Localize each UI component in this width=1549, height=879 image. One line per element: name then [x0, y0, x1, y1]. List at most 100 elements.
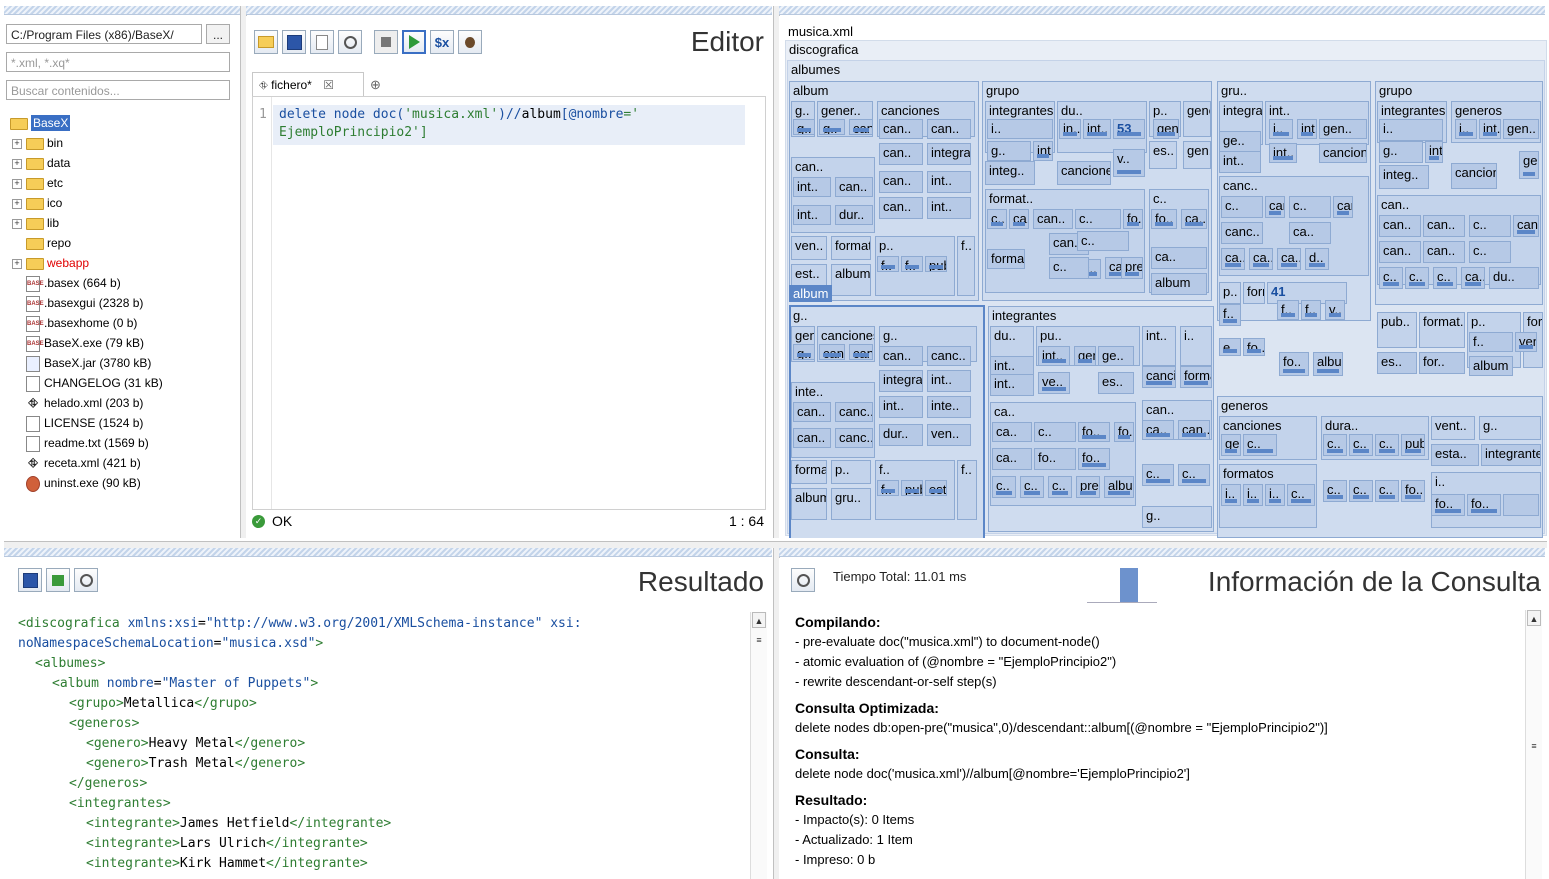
map-node[interactable]: fo..: [1114, 422, 1134, 442]
save-button[interactable]: [282, 30, 306, 54]
save-result-button[interactable]: [18, 568, 42, 592]
scroll-up-icon[interactable]: ▲: [752, 612, 766, 628]
expand-icon[interactable]: +: [12, 259, 22, 269]
debug-button[interactable]: [458, 30, 482, 54]
tree-item[interactable]: BaseX.jar (3780 kB): [26, 353, 151, 373]
tree-item[interactable]: LICENSE (1524 b): [26, 413, 143, 433]
map-node[interactable]: can..: [835, 177, 873, 197]
stop-button[interactable]: [374, 30, 398, 54]
map-node[interactable]: f..: [1469, 332, 1513, 352]
map-node[interactable]: integrantes: [1481, 444, 1541, 466]
tree-item[interactable]: readme.txt (1569 b): [26, 433, 149, 453]
map-node[interactable]: f..: [1219, 304, 1241, 326]
map-node[interactable]: int..: [1479, 119, 1501, 139]
map-node[interactable]: i..: [1455, 119, 1477, 139]
map-node[interactable]: formatos: [1180, 366, 1212, 388]
map-node[interactable]: c..: [1049, 257, 1089, 279]
map-node[interactable]: c..: [1221, 196, 1263, 218]
map-node[interactable]: publ..: [1401, 434, 1425, 456]
map-node[interactable]: c..: [1375, 434, 1399, 456]
map-node[interactable]: c..: [1349, 434, 1373, 456]
map-node[interactable]: formatos: [831, 236, 871, 260]
map-node[interactable]: int..: [1425, 141, 1443, 163]
map-node[interactable]: fo..: [1431, 494, 1465, 516]
map-node[interactable]: c..: [1349, 480, 1373, 502]
map-node[interactable]: es..: [1377, 352, 1417, 374]
find-result-button[interactable]: [74, 568, 98, 592]
find-button[interactable]: [338, 30, 362, 54]
map-node[interactable]: c..: [1323, 434, 1347, 456]
find-info-button[interactable]: [791, 568, 815, 592]
map-node[interactable]: int..: [990, 374, 1034, 396]
open-file-button[interactable]: [254, 30, 278, 54]
map-node[interactable]: can..: [879, 171, 923, 193]
map-node[interactable]: int..: [1142, 326, 1176, 366]
map-node[interactable]: c..: [1379, 267, 1403, 289]
map-node[interactable]: can..: [1423, 215, 1465, 237]
map-node[interactable]: fo..: [1151, 209, 1177, 229]
map-node[interactable]: canc..: [1221, 222, 1263, 244]
map-node[interactable]: i..: [987, 119, 1053, 139]
scroll-up-icon[interactable]: ▲: [1527, 610, 1541, 626]
map-node[interactable]: g..: [1142, 506, 1212, 528]
close-tab-icon[interactable]: ☒: [323, 78, 334, 92]
map-node[interactable]: c..: [1075, 209, 1121, 229]
map-node[interactable]: c..: [1323, 480, 1347, 502]
map-node[interactable]: fo..: [1279, 352, 1309, 376]
map-node[interactable]: c..: [1034, 422, 1076, 442]
map-node[interactable]: c..: [1142, 464, 1174, 486]
map-node[interactable]: d..: [1305, 248, 1329, 270]
tree-item[interactable]: BASE.basex (664 b): [26, 273, 121, 293]
map-node[interactable]: formatos: [1243, 282, 1265, 304]
map-node[interactable]: album: [831, 264, 871, 296]
tree-item[interactable]: repo: [26, 233, 71, 253]
map-node[interactable]: fo..: [1078, 422, 1110, 442]
editor-tab[interactable]: ⛗ fichero* ☒: [252, 72, 364, 97]
code-area[interactable]: 1 delete node doc('musica.xml')//album[@…: [252, 96, 766, 510]
map-node[interactable]: f..: [901, 256, 923, 272]
map-node[interactable]: forma..: [987, 249, 1025, 269]
search-contents-field[interactable]: Buscar contenidos...: [6, 80, 230, 100]
map-node[interactable]: v..: [1113, 149, 1145, 177]
tree-item[interactable]: BASE.basexgui (2328 b): [26, 293, 143, 313]
map-node[interactable]: ve..: [1038, 372, 1070, 394]
map-node[interactable]: canc..: [1265, 196, 1285, 218]
map-node[interactable]: c..: [1287, 484, 1315, 506]
map-node[interactable]: for..: [1419, 352, 1465, 374]
map-node[interactable]: es..: [1149, 141, 1177, 169]
map-node[interactable]: integrantes: [927, 143, 971, 165]
map-node[interactable]: 53: [1113, 119, 1145, 139]
map-node[interactable]: es..: [1098, 372, 1134, 394]
filter-field[interactable]: *.xml, *.xq*: [6, 52, 230, 72]
map-node[interactable]: can..: [879, 143, 923, 165]
map-node[interactable]: ca..: [1461, 267, 1485, 289]
map-node[interactable]: f..: [1301, 300, 1321, 320]
map-node[interactable]: album: [1151, 273, 1207, 295]
tree-item[interactable]: BASE.basexhome (0 b): [26, 313, 137, 333]
result-xml[interactable]: <discografica xmlns:xsi="http://www.w3.o…: [18, 614, 748, 879]
map-node[interactable]: pub..: [1377, 312, 1417, 348]
map-node[interactable]: can..: [1379, 215, 1421, 237]
map-node[interactable]: f..: [877, 256, 899, 272]
map-node[interactable]: f..: [957, 236, 975, 296]
map-node[interactable]: fo..: [1243, 338, 1265, 356]
map-node[interactable]: c..: [987, 209, 1007, 229]
map-node[interactable]: ca..: [1151, 247, 1207, 269]
tree-item[interactable]: + data: [12, 153, 70, 173]
map-node[interactable]: ca..: [992, 448, 1032, 470]
map-node[interactable]: ca..: [1221, 248, 1245, 270]
map-node[interactable]: fo..: [1078, 448, 1110, 470]
map-node[interactable]: int..: [793, 205, 831, 225]
browse-button[interactable]: ...: [206, 24, 230, 44]
map-node[interactable]: int..: [927, 197, 971, 219]
expand-icon[interactable]: +: [12, 159, 22, 169]
map-node[interactable]: gen..: [1153, 119, 1179, 139]
tree-item[interactable]: + webapp: [12, 253, 89, 273]
map-node[interactable]: int..: [927, 171, 971, 193]
map-node[interactable]: can..: [1379, 241, 1421, 263]
map-node[interactable]: c..: [1469, 215, 1511, 237]
map-node[interactable]: ven..: [791, 236, 827, 260]
map-node[interactable]: c..: [1433, 267, 1457, 289]
map-node[interactable]: can..: [1513, 215, 1539, 237]
map-node[interactable]: precio: [1076, 476, 1100, 498]
